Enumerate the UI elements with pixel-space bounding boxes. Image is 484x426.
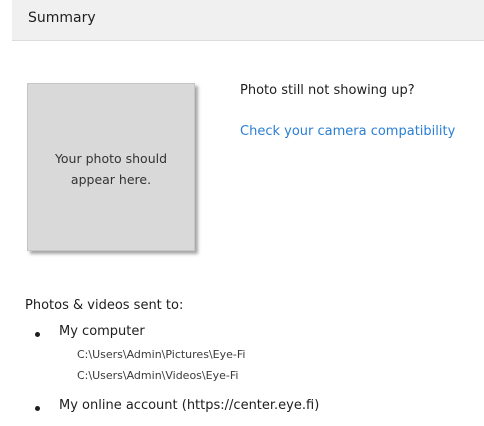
bullet-icon (35, 332, 40, 337)
photo-placeholder-text: Your photo should appear here. (28, 148, 194, 190)
pictures-path: C:\Users\Admin\Pictures\Eye-Fi (77, 348, 246, 361)
photo-placeholder-line1: Your photo should (54, 151, 168, 166)
summary-header: Summary (12, 0, 484, 41)
destinations-heading: Photos & videos sent to: (25, 298, 184, 313)
photo-placeholder: Your photo should appear here. (27, 83, 195, 251)
page-title: Summary (28, 10, 96, 26)
summary-panel: Summary Your photo should appear here. P… (0, 0, 484, 426)
destination-online-account: My online account (https://center.eye.fi… (59, 398, 320, 413)
camera-compatibility-link[interactable]: Check your camera compatibility (240, 124, 455, 139)
destination-my-computer: My computer (59, 324, 145, 339)
photo-missing-heading: Photo still not showing up? (240, 83, 415, 98)
videos-path: C:\Users\Admin\Videos\Eye-Fi (77, 369, 239, 382)
photo-placeholder-line2: appear here. (70, 172, 152, 187)
bullet-icon (35, 406, 40, 411)
